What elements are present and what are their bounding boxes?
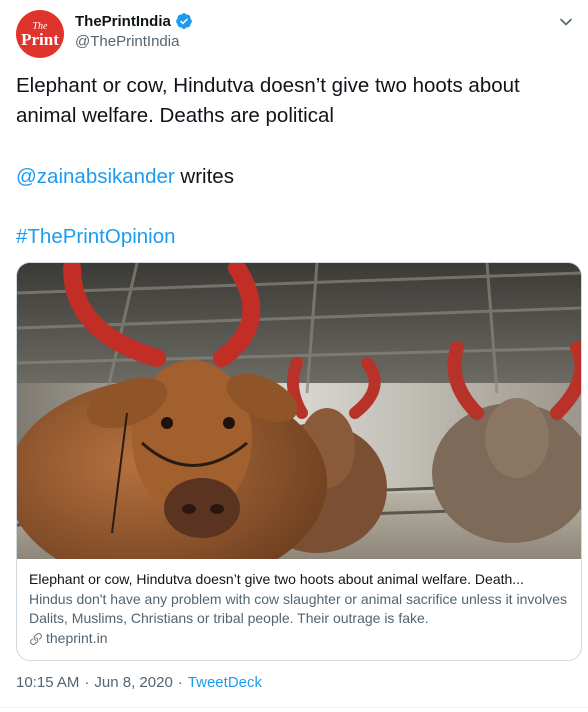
card-title[interactable]: Elephant or cow, Hindutva doesn’t give t… — [29, 570, 569, 588]
mention-link[interactable]: @zainabsikander — [16, 165, 175, 188]
tweet-mention-line: @zainabsikander writes — [16, 162, 234, 192]
tweet-date[interactable]: Jun 8, 2020 — [94, 674, 172, 691]
tweet-footer: 10:15 AM · Jun 8, 2020 · TweetDeck — [16, 674, 262, 691]
tweet-source-link[interactable]: TweetDeck — [188, 674, 262, 691]
verified-badge-icon — [175, 12, 193, 30]
card-image[interactable] — [17, 263, 581, 559]
link-icon — [29, 632, 43, 646]
separator: · — [177, 674, 183, 691]
tweet-hashtag-line: #ThePrintOpinion — [16, 222, 176, 252]
mention-suffix: writes — [174, 165, 234, 188]
card-domain[interactable]: theprint.in — [46, 629, 107, 648]
card-domain-row: theprint.in — [29, 629, 569, 648]
bottom-divider — [0, 707, 588, 708]
card-meta[interactable]: Elephant or cow, Hindutva doesn’t give t… — [17, 560, 581, 648]
link-card[interactable]: Elephant or cow, Hindutva doesn’t give t… — [16, 262, 582, 661]
chevron-down-icon[interactable] — [556, 12, 576, 32]
display-name[interactable]: ThePrintIndia — [75, 13, 171, 30]
author-name-row: ThePrintIndia — [75, 12, 193, 30]
tweet-text-line-1: Elephant or cow, Hindutva doesn’t give t… — [16, 74, 520, 97]
card-description: Hindus don't have any problem with cow s… — [29, 591, 568, 626]
tweet: The Print ThePrintIndia @ThePrintIndia E… — [0, 0, 588, 712]
avatar[interactable]: The Print — [16, 10, 64, 58]
separator: · — [84, 674, 90, 691]
tweet-time[interactable]: 10:15 AM — [16, 674, 79, 691]
avatar-text-big: Print — [21, 30, 59, 49]
handle[interactable]: @ThePrintIndia — [75, 33, 179, 50]
hashtag-link[interactable]: #ThePrintOpinion — [16, 225, 176, 248]
tweet-text-line-2: animal welfare. Deaths are political — [16, 104, 334, 127]
